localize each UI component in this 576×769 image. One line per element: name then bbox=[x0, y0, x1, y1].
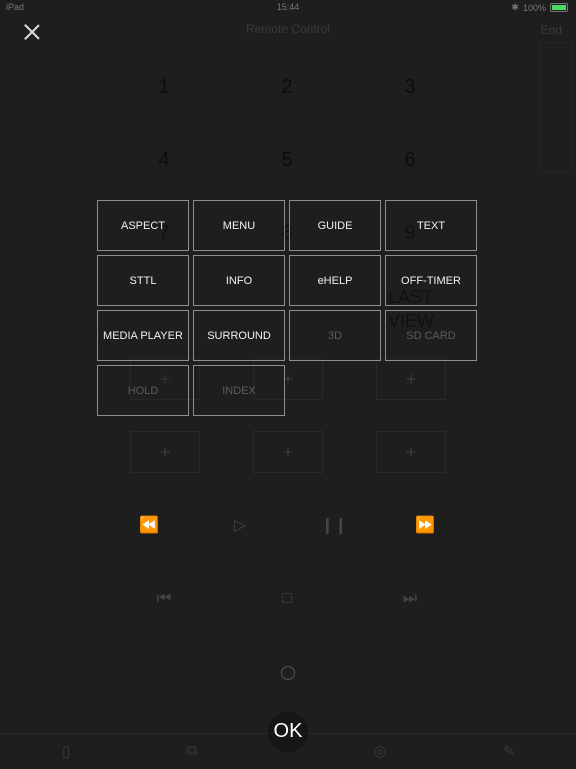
media-player-button[interactable]: MEDIA PLAYER bbox=[97, 310, 189, 361]
status-time: 15:44 bbox=[276, 2, 300, 12]
record-icon[interactable] bbox=[281, 666, 295, 680]
key-6[interactable]: 6 bbox=[380, 149, 440, 172]
ok-button[interactable]: OK bbox=[268, 712, 308, 752]
minimap-panel[interactable] bbox=[540, 42, 572, 172]
guide-button[interactable]: GUIDE bbox=[289, 200, 381, 251]
stop-icon[interactable]: □ bbox=[272, 584, 302, 614]
play-icon[interactable]: ▷ bbox=[225, 511, 255, 541]
hold-button[interactable]: HOLD bbox=[97, 365, 189, 416]
3d-button[interactable]: 3D bbox=[289, 310, 381, 361]
fast-forward-icon[interactable]: ⏩ bbox=[410, 511, 440, 541]
page-title: Remote Control bbox=[245, 22, 331, 36]
skip-forward-icon[interactable]: ⏭ bbox=[395, 584, 425, 614]
key-3[interactable]: 3 bbox=[380, 76, 440, 99]
index-button[interactable]: INDEX bbox=[193, 365, 285, 416]
status-bar: iPad 15:44 ✱ 100% bbox=[0, 0, 576, 14]
plus-button[interactable]: + bbox=[376, 431, 446, 473]
key-4[interactable]: 4 bbox=[134, 149, 194, 172]
status-right: ✱ 100% bbox=[511, 2, 568, 13]
ehelp-button[interactable]: eHELP bbox=[289, 255, 381, 306]
bluetooth-icon: ✱ bbox=[511, 2, 519, 12]
pause-icon[interactable]: ❙❙ bbox=[319, 511, 349, 541]
wrench-icon[interactable]: ✎ bbox=[497, 742, 521, 762]
battery-icon bbox=[550, 3, 568, 12]
rewind-icon[interactable]: ⏪ bbox=[134, 511, 164, 541]
text-button[interactable]: TEXT bbox=[385, 200, 477, 251]
plus-button[interactable]: + bbox=[253, 431, 323, 473]
devices-icon[interactable]: ⧉ bbox=[180, 742, 204, 762]
menu-button[interactable]: MENU bbox=[193, 200, 285, 251]
info-button[interactable]: INFO bbox=[193, 255, 285, 306]
key-2[interactable]: 2 bbox=[257, 76, 317, 99]
key-1[interactable]: 1 bbox=[134, 76, 194, 99]
battery-percent: 100% bbox=[522, 2, 546, 13]
plus-button[interactable]: + bbox=[376, 358, 446, 400]
off-timer-button[interactable]: OFF-TIMER bbox=[385, 255, 477, 306]
surround-button[interactable]: SURROUND bbox=[193, 310, 285, 361]
globe-icon[interactable]: ◎ bbox=[368, 742, 392, 762]
remote-icon[interactable]: ▯ bbox=[54, 742, 78, 762]
aspect-button[interactable]: ASPECT bbox=[97, 200, 189, 251]
plus-button[interactable]: + bbox=[130, 431, 200, 473]
sttl-button[interactable]: STTL bbox=[97, 255, 189, 306]
key-5[interactable]: 5 bbox=[257, 149, 317, 172]
end-button[interactable]: End bbox=[541, 23, 562, 37]
sd-card-button[interactable]: SD CARD bbox=[385, 310, 477, 361]
skip-back-icon[interactable]: ⏮ bbox=[149, 584, 179, 614]
